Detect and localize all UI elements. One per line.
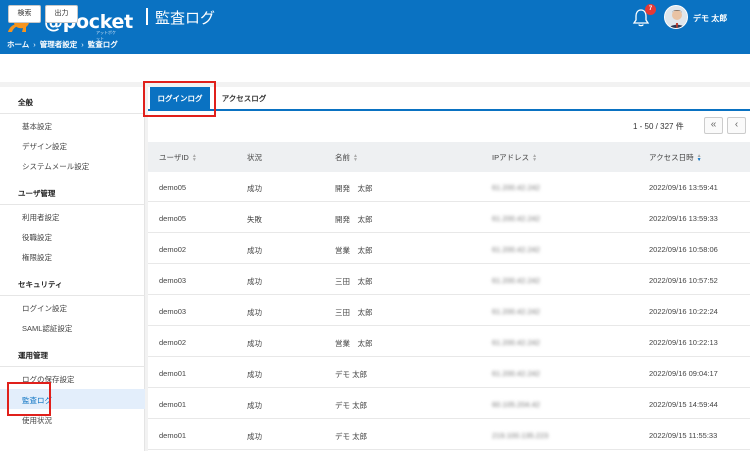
- search-button[interactable]: 検索: [8, 5, 41, 23]
- column-header-status: 状況: [247, 153, 262, 162]
- column-header-name[interactable]: 名前 ▲ ▼: [335, 152, 358, 163]
- header-divider: [146, 8, 148, 25]
- chevron-right-icon: ›: [81, 40, 84, 49]
- sort-desc-icon[interactable]: ▲ ▼: [697, 154, 702, 163]
- sort-icon[interactable]: ▲ ▼: [532, 154, 537, 163]
- cell-datetime: 2022/09/16 10:58:06: [649, 245, 718, 254]
- first-page-button[interactable]: «: [704, 117, 723, 134]
- sidebar-item-saml-settings[interactable]: SAML認証設定: [22, 323, 72, 334]
- column-header-datetime[interactable]: アクセス日時 ▲ ▼: [649, 152, 702, 163]
- sidebar-section-operations: 運用管理: [18, 351, 48, 360]
- divider: [0, 295, 145, 296]
- cell-datetime: 2022/09/16 13:59:33: [649, 214, 718, 223]
- cell-status: 失敗: [247, 215, 262, 224]
- cell-user-id: demo01: [159, 400, 187, 409]
- cell-user-id: demo02: [159, 338, 187, 347]
- sidebar-section-user-management: ユーザ管理: [18, 189, 56, 198]
- cell-datetime: 2022/09/16 10:22:24: [649, 307, 718, 316]
- cell-datetime: 2022/09/16 10:22:13: [649, 338, 718, 347]
- sort-icon[interactable]: ▲ ▼: [192, 154, 197, 163]
- cell-status: 成功: [247, 370, 262, 379]
- cell-status: 成功: [247, 277, 262, 286]
- cell-user-id: demo05: [159, 183, 187, 192]
- divider: [0, 204, 145, 205]
- cell-user-id: demo01: [159, 431, 187, 440]
- cell-ip: 61.200.42.242: [492, 183, 540, 192]
- sidebar-item-permission-settings[interactable]: 権限設定: [22, 252, 52, 263]
- cell-ip: 61.200.42.242: [492, 214, 540, 223]
- breadcrumb-admin-settings[interactable]: 管理者設定: [40, 40, 78, 49]
- sidebar-item-login-settings[interactable]: ログイン設定: [22, 303, 67, 314]
- cell-name: 三田 太郎: [335, 277, 373, 286]
- sidebar-item-usage[interactable]: 使用状況: [22, 415, 52, 426]
- avatar[interactable]: [664, 5, 688, 29]
- user-name[interactable]: デモ 太郎: [693, 13, 727, 24]
- cell-name: 三田 太郎: [335, 308, 373, 317]
- sidebar-item-user-settings[interactable]: 利用者設定: [22, 212, 60, 223]
- divider: [0, 366, 145, 367]
- sidebar-item-system-mail-settings[interactable]: システムメール設定: [22, 161, 89, 172]
- notification-badge: 7: [645, 4, 656, 15]
- cell-datetime: 2022/09/16 09:04:17: [649, 369, 718, 378]
- breadcrumb: ホーム › 管理者設定 › 監査ログ: [7, 39, 118, 50]
- cell-datetime: 2022/09/15 14:59:44: [649, 400, 718, 409]
- cell-status: 成功: [247, 308, 262, 317]
- sidebar-section-security: セキュリティ: [18, 280, 63, 289]
- cell-name: デモ 太郎: [335, 370, 368, 379]
- breadcrumb-current: 監査ログ: [87, 40, 118, 49]
- column-header-user-id[interactable]: ユーザID ▲ ▼: [159, 152, 197, 163]
- cell-name: デモ 太郎: [335, 401, 368, 410]
- highlight-box-login-tab: [143, 81, 216, 117]
- page-title: 監査ログ: [155, 10, 216, 27]
- cell-user-id: demo02: [159, 245, 187, 254]
- sidebar-section-general: 全般: [18, 98, 33, 107]
- tab-access-log[interactable]: アクセスログ: [214, 87, 274, 111]
- cell-ip: 61.200.42.242: [492, 369, 540, 378]
- cell-ip: 61.200.42.242: [492, 245, 540, 254]
- cell-name: 開発 太郎: [335, 215, 373, 224]
- cell-user-id: demo03: [159, 276, 187, 285]
- chevron-right-icon: ›: [33, 40, 36, 49]
- cell-datetime: 2022/09/15 11:55:33: [649, 431, 718, 440]
- export-button[interactable]: 出力: [45, 5, 78, 23]
- cell-user-id: demo01: [159, 369, 187, 378]
- cell-user-id: demo03: [159, 307, 187, 316]
- sort-icon[interactable]: ▲ ▼: [353, 154, 358, 163]
- prev-page-button[interactable]: ‹: [727, 117, 746, 134]
- sidebar-item-basic-settings[interactable]: 基本設定: [22, 121, 52, 132]
- cell-name: 開発 太郎: [335, 184, 373, 193]
- cell-ip: 60.105.204.42: [492, 400, 540, 409]
- cell-status: 成功: [247, 246, 262, 255]
- sidebar-item-design-settings[interactable]: デザイン設定: [22, 141, 67, 152]
- breadcrumb-home[interactable]: ホーム: [7, 40, 29, 49]
- cell-ip: 61.200.42.242: [492, 307, 540, 316]
- pagination-range: 1 - 50 / 327 件: [633, 122, 684, 131]
- cell-ip: 61.200.42.242: [492, 338, 540, 347]
- cell-status: 成功: [247, 339, 262, 348]
- cell-status: 成功: [247, 184, 262, 193]
- cell-datetime: 2022/09/16 13:59:41: [649, 183, 718, 192]
- cell-datetime: 2022/09/16 10:57:52: [649, 276, 718, 285]
- cell-status: 成功: [247, 401, 262, 410]
- column-header-ip[interactable]: IPアドレス ▲ ▼: [492, 152, 537, 163]
- cell-name: 営業 太郎: [335, 339, 373, 348]
- cell-name: 営業 太郎: [335, 246, 373, 255]
- divider: [0, 113, 145, 114]
- highlight-box-audit-log: [7, 382, 51, 416]
- toolbar: [0, 54, 750, 82]
- cell-ip: 61.200.42.242: [492, 276, 540, 285]
- cell-name: デモ 太郎: [335, 432, 368, 441]
- sidebar-item-position-settings[interactable]: 役職設定: [22, 232, 52, 243]
- cell-user-id: demo05: [159, 214, 187, 223]
- cell-status: 成功: [247, 432, 262, 441]
- cell-ip: 219.100.135.223: [492, 431, 549, 440]
